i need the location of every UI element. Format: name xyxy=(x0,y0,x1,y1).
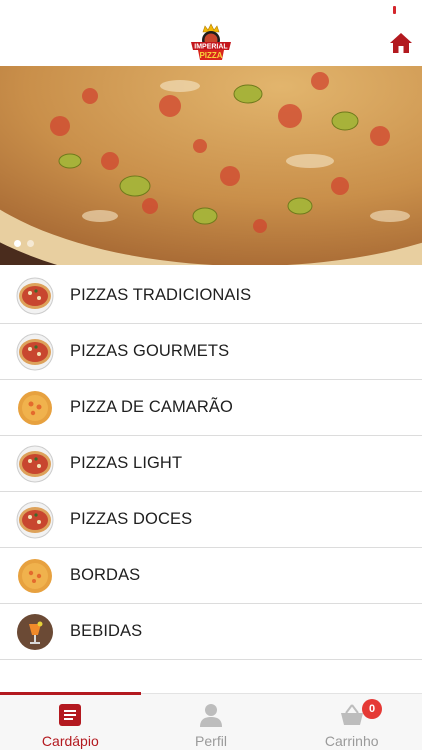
imperial-pizza-logo: IMPERIAL PIZZA xyxy=(188,23,234,63)
logo-product-text: PIZZA xyxy=(199,51,222,60)
carousel-dot[interactable] xyxy=(27,240,34,247)
category-label: PIZZAS DOCES xyxy=(70,510,193,528)
logo-brand-text: IMPERIAL xyxy=(194,44,228,51)
cart-icon xyxy=(340,704,363,725)
shrimp-pizza-icon xyxy=(16,389,54,427)
menu-category-list: PIZZAS TRADICIONAIS PIZZAS GOURMETS PIZZ… xyxy=(0,268,422,660)
category-bordas[interactable]: BORDAS xyxy=(0,548,422,604)
tab-perfil[interactable]: Perfil xyxy=(141,694,282,750)
pizza-icon xyxy=(16,277,54,315)
tab-carrinho[interactable]: Carrinho xyxy=(281,694,422,750)
carousel-dots xyxy=(14,240,34,247)
carousel-dot-active[interactable] xyxy=(14,240,21,247)
category-bebidas[interactable]: BEBIDAS xyxy=(0,604,422,660)
category-label: PIZZA DE CAMARÃO xyxy=(70,398,233,416)
home-icon xyxy=(390,33,412,53)
hero-banner[interactable] xyxy=(0,66,422,265)
app-header: IMPERIAL PIZZA xyxy=(0,0,422,66)
menu-list-icon xyxy=(59,704,82,726)
category-label: PIZZAS GOURMETS xyxy=(70,342,230,360)
category-label: BEBIDAS xyxy=(70,622,143,640)
tab-label: Perfil xyxy=(195,733,227,749)
pizza-photo xyxy=(0,66,422,265)
tab-label: Carrinho xyxy=(324,733,379,749)
category-pizzas-light[interactable]: PIZZAS LIGHT xyxy=(0,436,422,492)
category-pizzas-doces[interactable]: PIZZAS DOCES xyxy=(0,492,422,548)
drink-icon xyxy=(16,613,54,651)
home-button[interactable] xyxy=(389,31,413,55)
pizza-icon xyxy=(16,333,54,371)
category-pizzas-tradicionais[interactable]: PIZZAS TRADICIONAIS xyxy=(0,268,422,324)
tab-cardapio[interactable]: Cardápio xyxy=(0,692,141,750)
pizza-icon xyxy=(16,501,54,539)
category-pizzas-gourmets[interactable]: PIZZAS GOURMETS xyxy=(0,324,422,380)
cart-count-badge: 0 xyxy=(362,699,382,719)
category-label: PIZZAS TRADICIONAIS xyxy=(70,286,252,304)
status-indicator xyxy=(393,6,396,14)
pizza-crust-icon xyxy=(16,557,54,595)
category-pizza-de-camarao[interactable]: PIZZA DE CAMARÃO xyxy=(0,380,422,436)
category-label: BORDAS xyxy=(70,566,141,584)
category-label: PIZZAS LIGHT xyxy=(70,454,183,472)
user-icon xyxy=(200,704,222,727)
bottom-tab-bar: Cardápio Perfil Carrinho 0 xyxy=(0,692,422,750)
tab-label: Cardápio xyxy=(41,733,99,749)
pizza-icon xyxy=(16,445,54,483)
